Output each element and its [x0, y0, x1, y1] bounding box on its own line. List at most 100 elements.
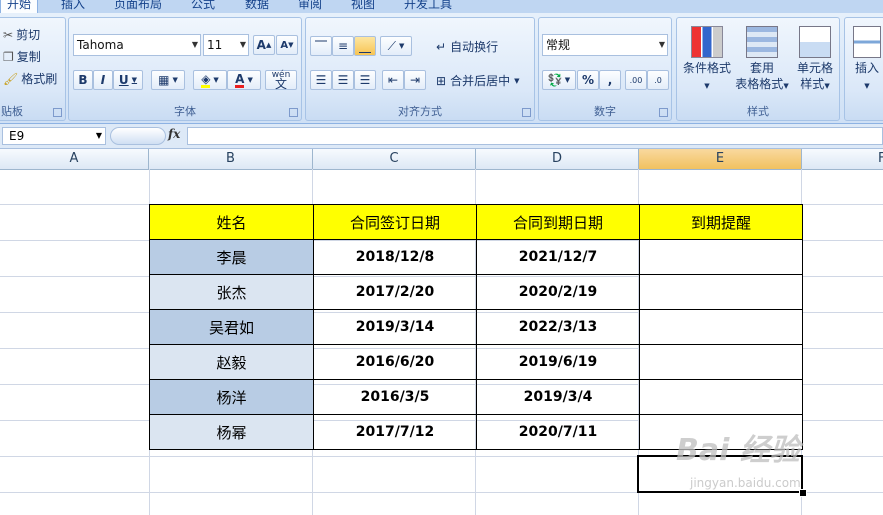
styles-group: 条件格式 ▼ 套用 表格格式▼ 单元格 样式▼ 样式	[676, 17, 840, 121]
signed-date-cell[interactable]: 2019/3/14	[313, 309, 477, 345]
header-expiry-date[interactable]: 合同到期日期	[476, 204, 640, 240]
currency-icon: 💱	[547, 73, 563, 87]
conditional-formatting-button[interactable]: 条件格式 ▼	[679, 26, 735, 94]
italic-button[interactable]: I	[93, 70, 113, 90]
comma-style-button[interactable]: ,	[599, 70, 621, 90]
expiry-date-cell[interactable]: 2021/12/7	[476, 239, 640, 275]
clipboard-launcher-icon[interactable]	[53, 108, 62, 117]
chevron-down-icon: ▼	[399, 42, 405, 50]
format-as-table-button[interactable]: 套用 表格格式▼	[733, 26, 791, 94]
tab-data[interactable]: 数据	[245, 0, 269, 11]
tab-formulas[interactable]: 公式	[191, 0, 215, 11]
cell-styles-icon	[799, 26, 831, 58]
name-cell[interactable]: 张杰	[149, 274, 314, 310]
name-box[interactable]: E9 ▼	[2, 127, 106, 145]
percent-button[interactable]: %	[577, 70, 599, 90]
borders-button[interactable]: ▦ ▼	[151, 70, 185, 90]
tab-developer[interactable]: 开发工具	[404, 0, 452, 11]
align-top-button[interactable]: ⎺	[310, 36, 332, 56]
wrap-text-button[interactable]: ↵ 自动换行	[436, 38, 498, 55]
decrease-indent-button[interactable]: ⇤	[382, 70, 404, 90]
tab-insert[interactable]: 插入	[61, 0, 85, 11]
reminder-cell[interactable]	[639, 274, 803, 310]
signed-date-cell[interactable]: 2016/6/20	[313, 344, 477, 380]
number-format-combo[interactable]: 常规 ▼	[542, 34, 668, 56]
align-bottom-button[interactable]: ⎽	[354, 36, 376, 56]
expiry-date-cell[interactable]: 2022/3/13	[476, 309, 640, 345]
fill-handle[interactable]	[799, 489, 807, 497]
align-right-button[interactable]: ☰	[354, 70, 376, 90]
font-size-combo[interactable]: 11 ▼	[203, 34, 249, 56]
merge-cells-icon: ⊞	[436, 73, 447, 88]
tab-review[interactable]: 审阅	[298, 0, 322, 11]
brush-icon: 🖌	[3, 71, 19, 86]
font-group: Tahoma ▼ 11 ▼ A ▲ A ▼ B I U ▼ ▦ ▼ ◈ ▼ A ▼ wén 文 字…	[68, 17, 302, 121]
align-left-button[interactable]: ☰	[310, 70, 332, 90]
format-painter-button[interactable]: 🖌 格式刷	[3, 70, 57, 87]
decrease-decimal-button[interactable]: .0	[647, 70, 669, 90]
decrease-indent-icon: ⇤	[387, 73, 399, 87]
column-header-A[interactable]: A	[0, 149, 149, 169]
cell-styles-button[interactable]: 单元格 样式▼	[789, 26, 841, 94]
underline-button[interactable]: U ▼	[113, 70, 143, 90]
expiry-date-cell[interactable]: 2020/7/11	[476, 414, 640, 450]
alignment-launcher-icon[interactable]	[522, 108, 531, 117]
chevron-down-icon: ▼	[95, 131, 102, 140]
name-cell[interactable]: 吴君如	[149, 309, 314, 345]
insert-cells-button[interactable]: 插入 ▼	[847, 26, 883, 94]
name-cell[interactable]: 赵毅	[149, 344, 314, 380]
tab-page-layout[interactable]: 页面布局	[114, 0, 162, 11]
copy-button[interactable]: ❐ 复制	[3, 48, 41, 65]
font-color-button[interactable]: A ▼	[227, 70, 261, 90]
align-center-button[interactable]: ☰	[332, 70, 354, 90]
column-header-F[interactable]: F	[802, 149, 883, 169]
tab-home[interactable]: 开始	[0, 0, 39, 14]
number-group-label: 数字	[594, 105, 616, 118]
insert-function-icon[interactable]: fx	[168, 127, 180, 141]
tab-view[interactable]: 视图	[351, 0, 375, 11]
cut-button[interactable]: ✂ 剪切	[3, 26, 40, 43]
signed-date-cell[interactable]: 2017/7/12	[313, 414, 477, 450]
expiry-date-cell[interactable]: 2019/3/4	[476, 379, 640, 415]
name-cell[interactable]: 李晨	[149, 239, 314, 275]
name-cell[interactable]: 杨洋	[149, 379, 314, 415]
signed-date-cell[interactable]: 2017/2/20	[313, 274, 477, 310]
increase-indent-button[interactable]: ⇥	[404, 70, 426, 90]
name-cell[interactable]: 杨幂	[149, 414, 314, 450]
signed-date-cell[interactable]: 2016/3/5	[313, 379, 477, 415]
column-header-B[interactable]: B	[149, 149, 313, 169]
align-middle-button[interactable]: ≡	[332, 36, 354, 56]
table-row: 杨洋 2016/3/5 2019/3/4	[149, 379, 803, 415]
font-launcher-icon[interactable]	[289, 108, 298, 117]
font-name-combo[interactable]: Tahoma ▼	[73, 34, 201, 56]
reminder-cell[interactable]	[639, 344, 803, 380]
reminder-cell[interactable]	[639, 379, 803, 415]
column-header-C[interactable]: C	[313, 149, 476, 169]
shrink-font-button[interactable]: A ▼	[276, 35, 298, 55]
font-color-icon: A	[235, 71, 245, 88]
signed-date-cell[interactable]: 2018/12/8	[313, 239, 477, 275]
number-launcher-icon[interactable]	[659, 108, 668, 117]
increase-decimal-button[interactable]: .00	[625, 70, 647, 90]
reminder-cell[interactable]	[639, 239, 803, 275]
reminder-cell[interactable]	[639, 309, 803, 345]
column-header-E[interactable]: E	[639, 149, 802, 169]
header-signed-date[interactable]: 合同签订日期	[313, 204, 477, 240]
formula-buttons: fx	[110, 127, 186, 145]
expiry-date-cell[interactable]: 2019/6/19	[476, 344, 640, 380]
merge-center-button[interactable]: ⊞ 合并后居中 ▼	[436, 72, 519, 89]
grow-font-button[interactable]: A ▲	[253, 35, 275, 55]
borders-icon: ▦	[158, 73, 170, 87]
orientation-button[interactable]: ⟋ ▼	[380, 36, 412, 56]
table-row: 李晨 2018/12/8 2021/12/7	[149, 239, 803, 275]
bold-button[interactable]: B	[73, 70, 93, 90]
formula-input[interactable]	[187, 127, 883, 145]
phonetic-button[interactable]: wén 文	[265, 70, 297, 90]
header-name[interactable]: 姓名	[149, 204, 314, 240]
align-center-icon: ☰	[337, 73, 349, 87]
accounting-format-button[interactable]: 💱 ▼	[542, 70, 576, 90]
fill-color-button[interactable]: ◈ ▼	[193, 70, 227, 90]
expiry-date-cell[interactable]: 2020/2/19	[476, 274, 640, 310]
column-header-D[interactable]: D	[476, 149, 639, 169]
header-reminder[interactable]: 到期提醒	[639, 204, 803, 240]
